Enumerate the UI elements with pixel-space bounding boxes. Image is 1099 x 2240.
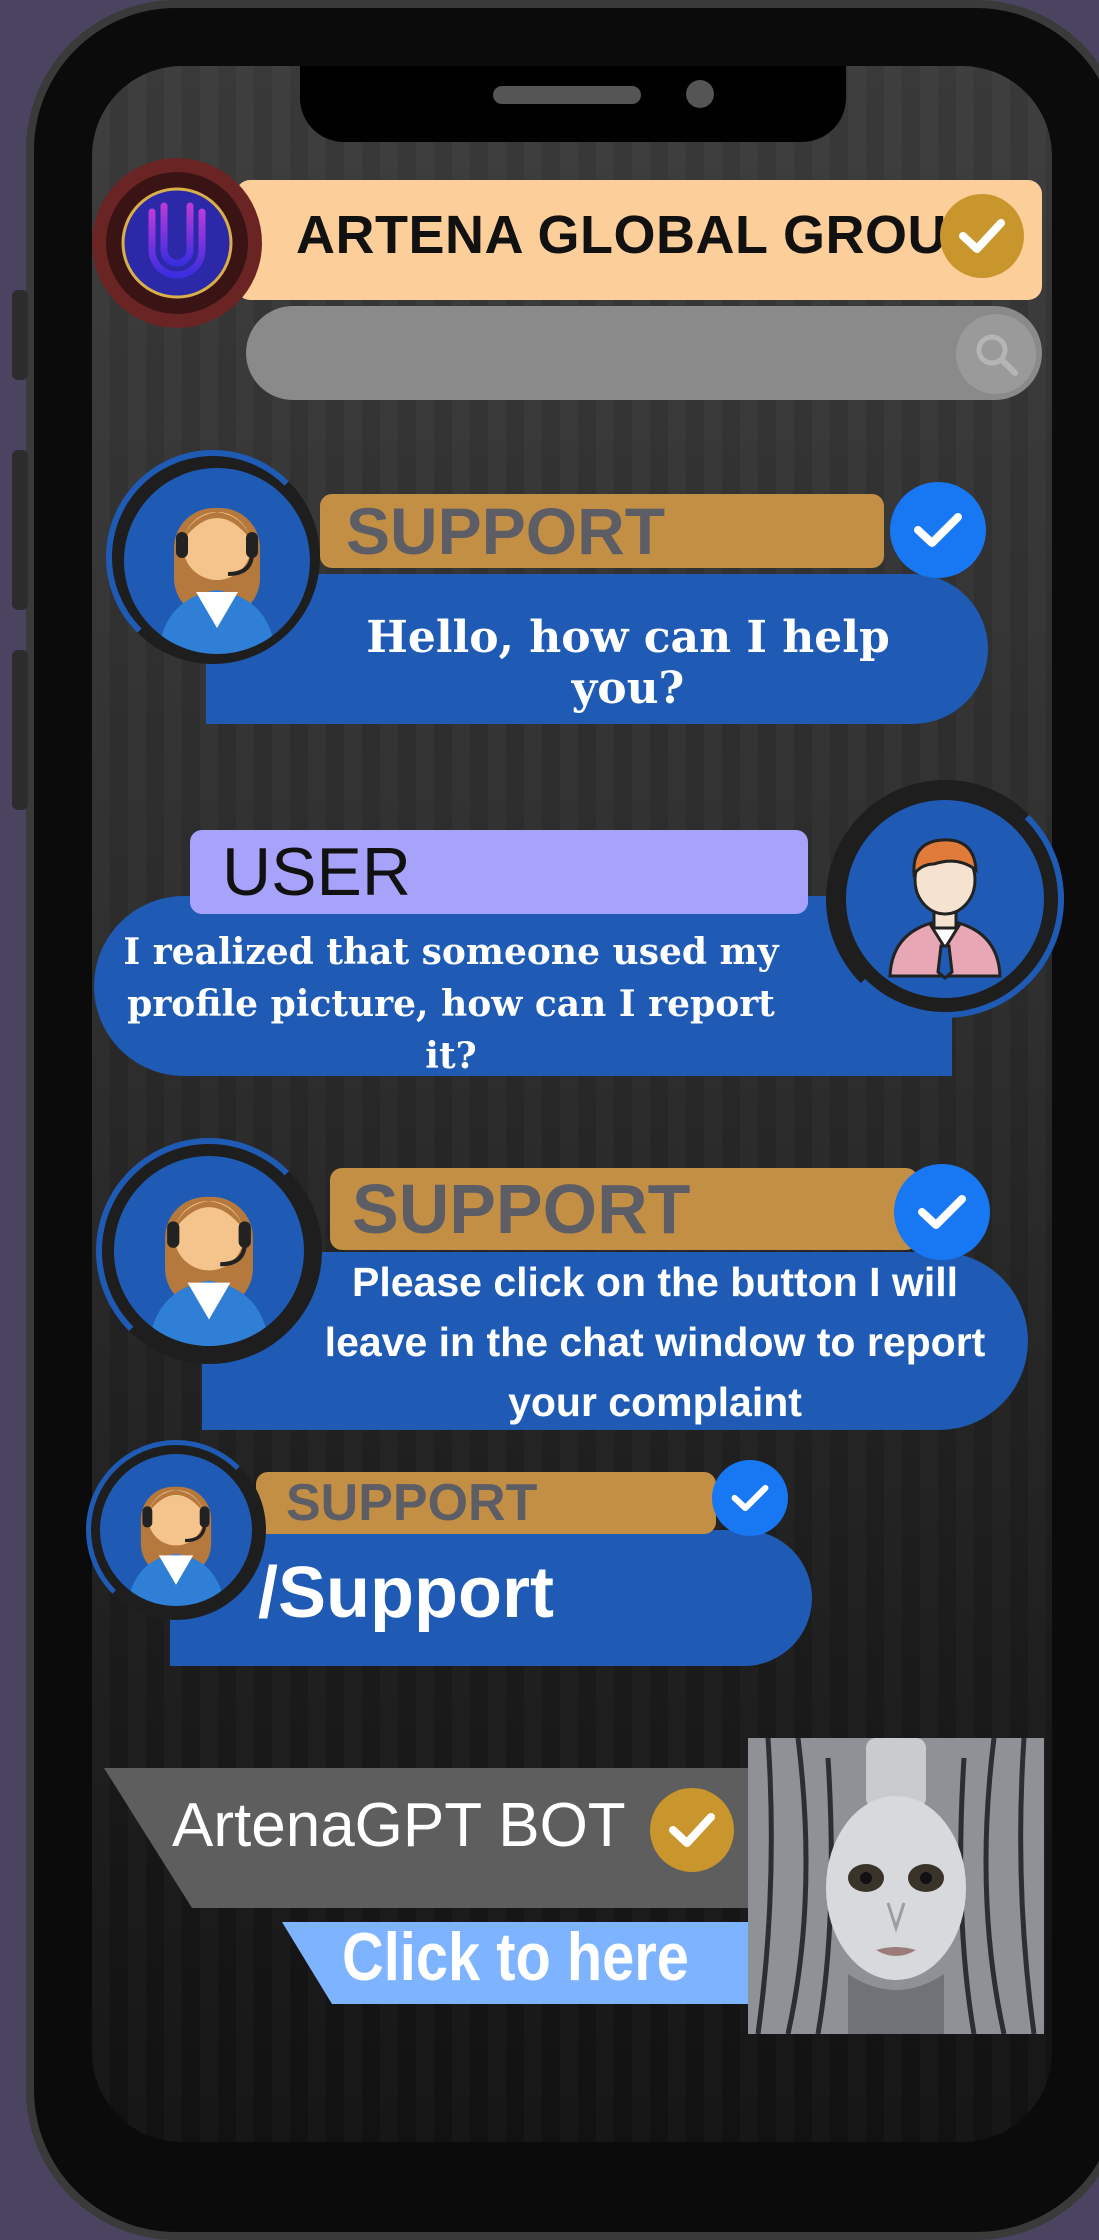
sender-label: SUPPORT — [256, 1472, 716, 1534]
support-agent-avatar — [114, 1156, 304, 1346]
message-text: I realized that someone used my profile … — [123, 931, 779, 1077]
notch — [300, 66, 846, 142]
verified-badge-icon — [894, 1164, 990, 1260]
support-agent-avatar — [100, 1454, 252, 1606]
verified-badge-icon — [712, 1460, 788, 1536]
search-input[interactable] — [246, 306, 1042, 400]
camera — [686, 80, 714, 108]
user-avatar — [846, 800, 1044, 998]
search-icon[interactable] — [956, 314, 1036, 394]
message-text[interactable]: /Support — [258, 1552, 554, 1634]
sender-label: USER — [190, 830, 808, 914]
speaker — [493, 86, 641, 104]
check-badge-icon — [940, 194, 1024, 278]
click-here-label[interactable]: Click to here — [342, 1918, 689, 1996]
check-badge-icon — [650, 1788, 734, 1872]
robot-face-image — [748, 1738, 1044, 2034]
sender-label: SUPPORT — [320, 494, 884, 568]
message-text: Hello, how can I help you? — [366, 612, 890, 714]
page-title: ARTENA GLOBAL GROUP — [296, 205, 984, 265]
verified-badge-icon — [890, 482, 986, 578]
side-button — [12, 290, 28, 380]
message-text: Please click on the button I will leave … — [324, 1259, 986, 1425]
sender-label: SUPPORT — [330, 1168, 918, 1250]
bot-name: ArtenaGPT BOT — [172, 1791, 626, 1860]
support-agent-avatar — [124, 468, 310, 654]
fingerprint-icon — [106, 172, 248, 314]
side-button — [12, 650, 28, 810]
side-button — [12, 450, 28, 610]
